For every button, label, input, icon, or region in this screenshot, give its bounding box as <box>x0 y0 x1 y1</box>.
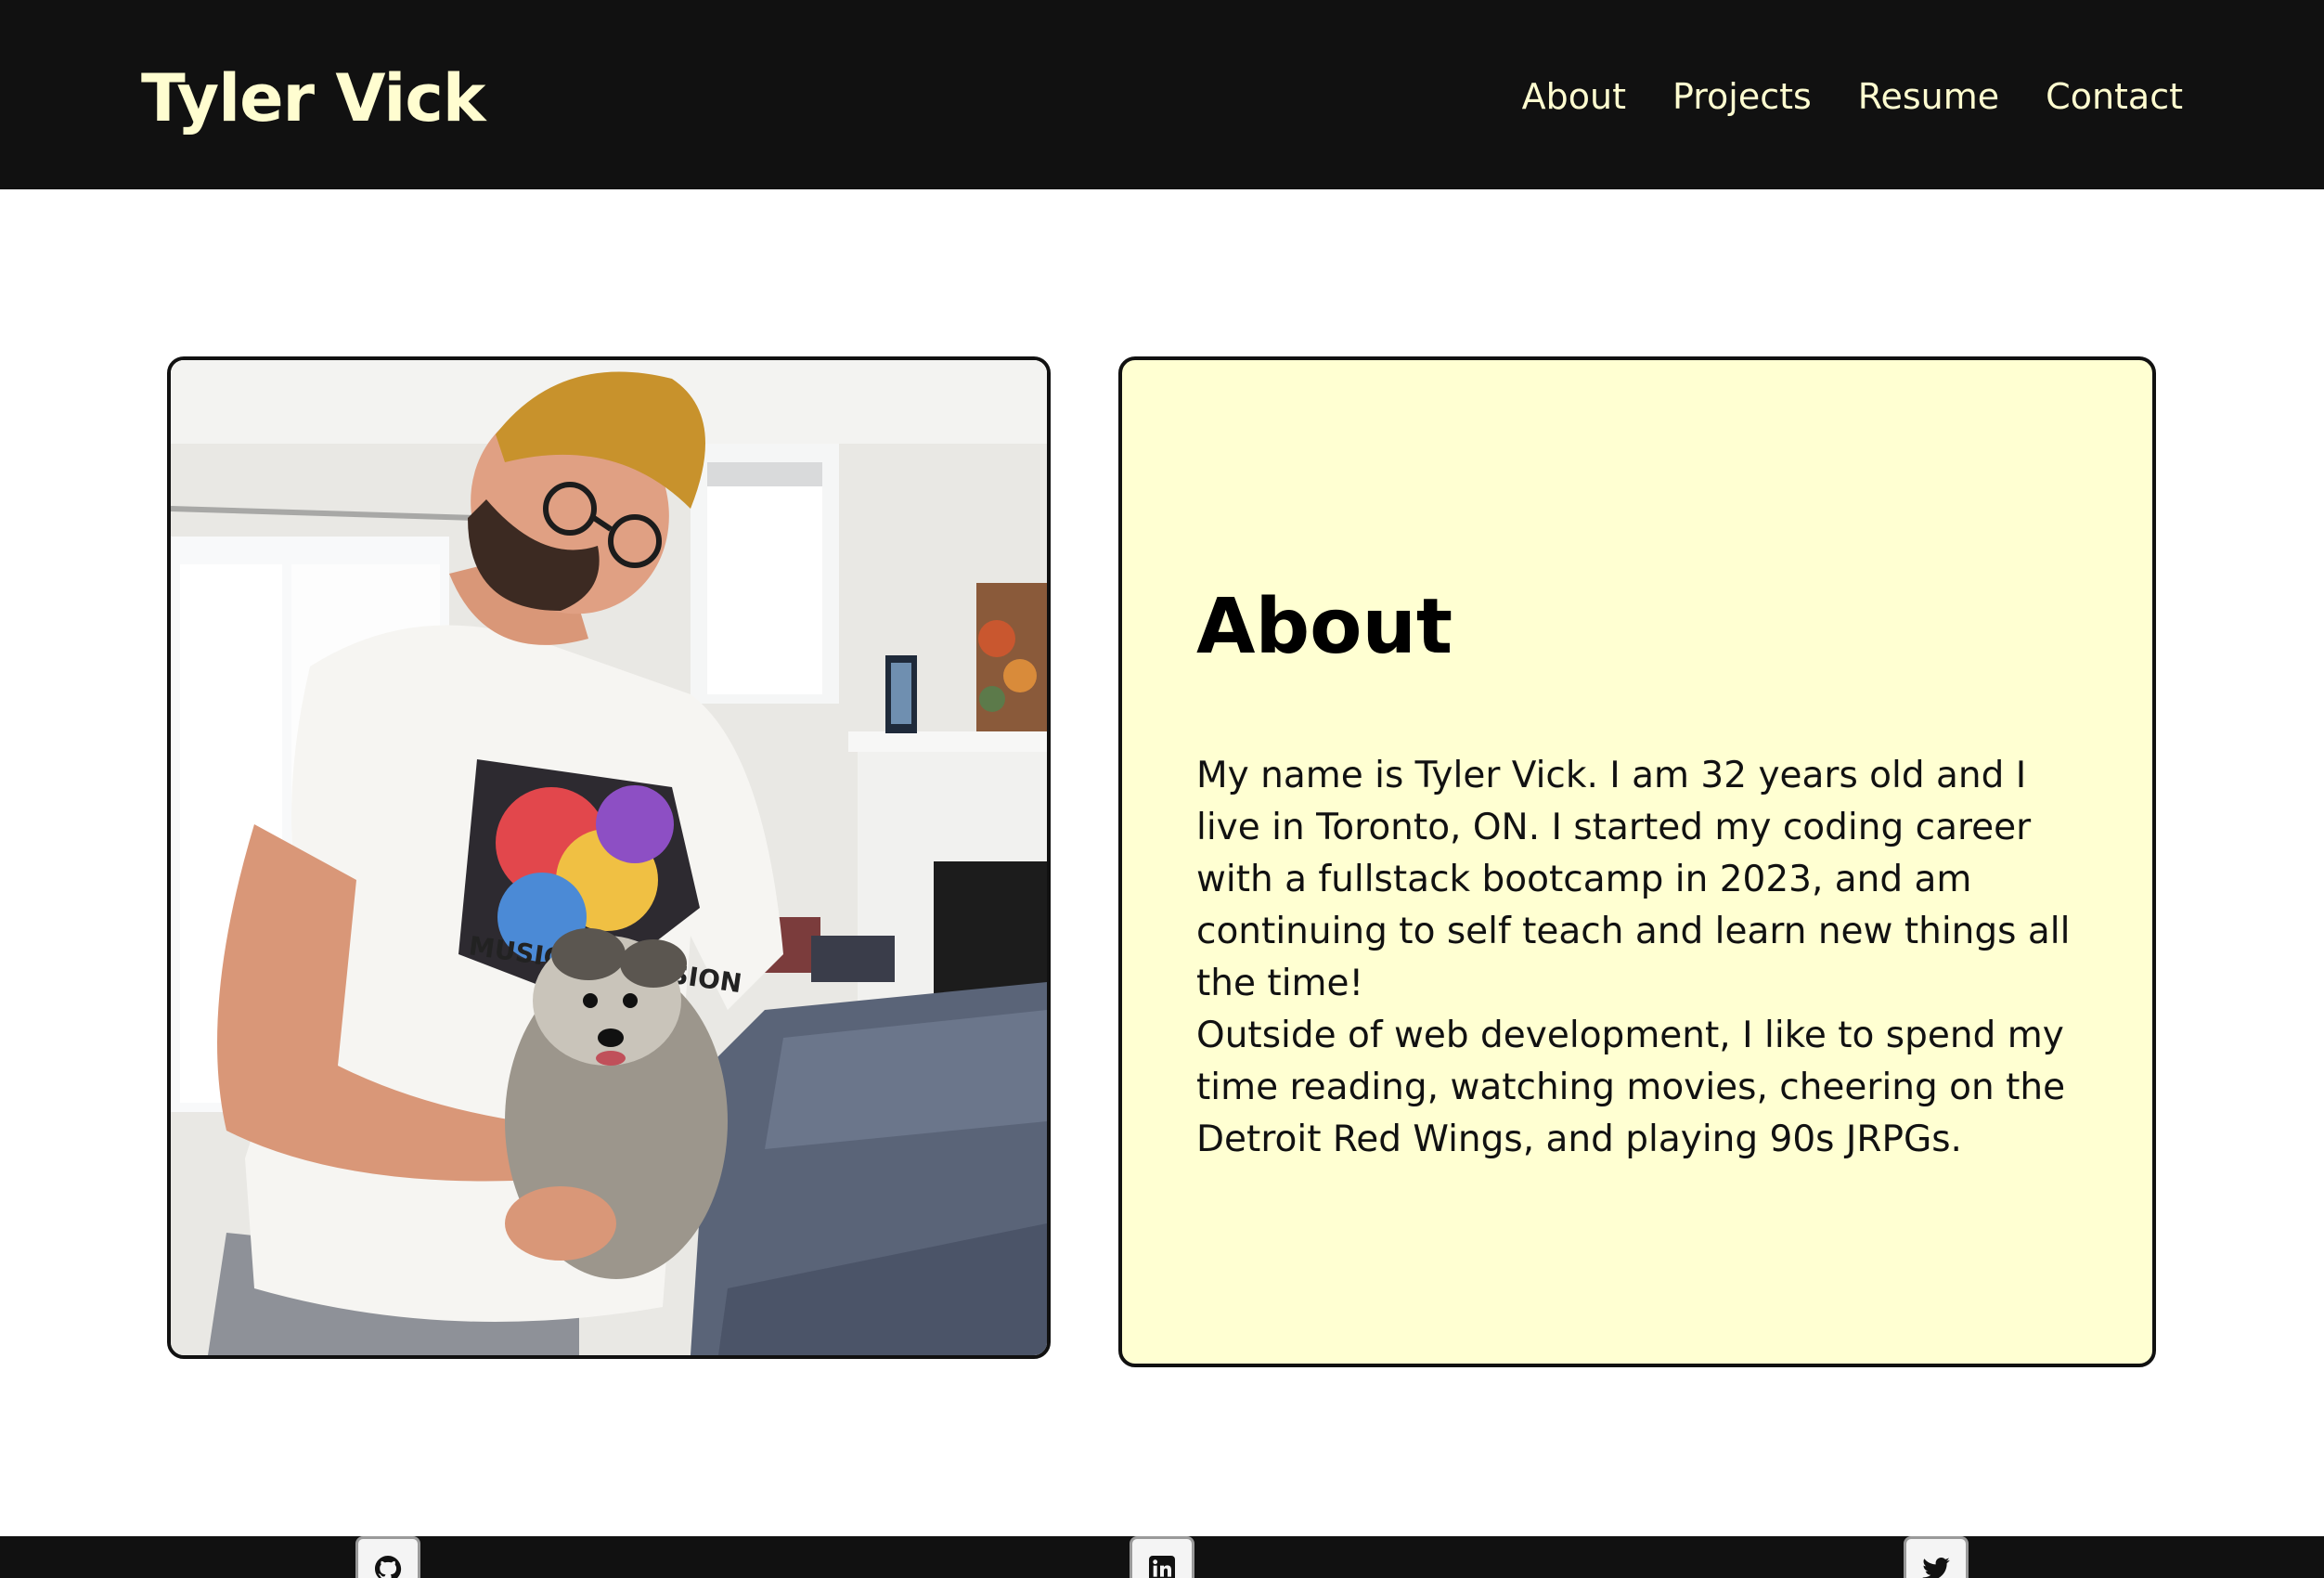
about-paragraph-intro: My name is Tyler Vick. I am 32 years old… <box>1196 755 2071 1004</box>
about-paragraph-hobbies: Outside of web development, I like to sp… <box>1196 1015 2066 1160</box>
github-icon <box>375 1556 402 1578</box>
profile-photo: MUSIC TELEVISION <box>167 356 1051 1359</box>
about-heading: About <box>1196 583 1453 671</box>
github-link[interactable] <box>355 1536 420 1578</box>
main-nav: About Projects Resume Contact <box>1476 71 2183 123</box>
nav-resume-link[interactable]: Resume <box>1858 71 1999 123</box>
nav-about-link[interactable]: About <box>1522 71 1626 123</box>
site-title[interactable]: Tyler Vick <box>141 52 485 145</box>
linkedin-icon <box>1149 1556 1175 1578</box>
nav-contact-link[interactable]: Contact <box>2046 71 2183 123</box>
site-header: Tyler Vick About Projects Resume Contact <box>0 0 2324 189</box>
linkedin-link[interactable] <box>1130 1536 1194 1578</box>
page: Tyler Vick About Projects Resume Contact <box>0 0 2324 1578</box>
site-footer <box>0 1536 2324 1578</box>
nav-projects-link[interactable]: Projects <box>1672 71 1812 123</box>
about-card: About My name is Tyler Vick. I am 32 yea… <box>1118 356 2156 1367</box>
twitter-link[interactable] <box>1904 1536 1969 1578</box>
twitter-icon <box>1922 1558 1950 1578</box>
profile-photo-illustration: MUSIC TELEVISION <box>171 360 1047 1355</box>
